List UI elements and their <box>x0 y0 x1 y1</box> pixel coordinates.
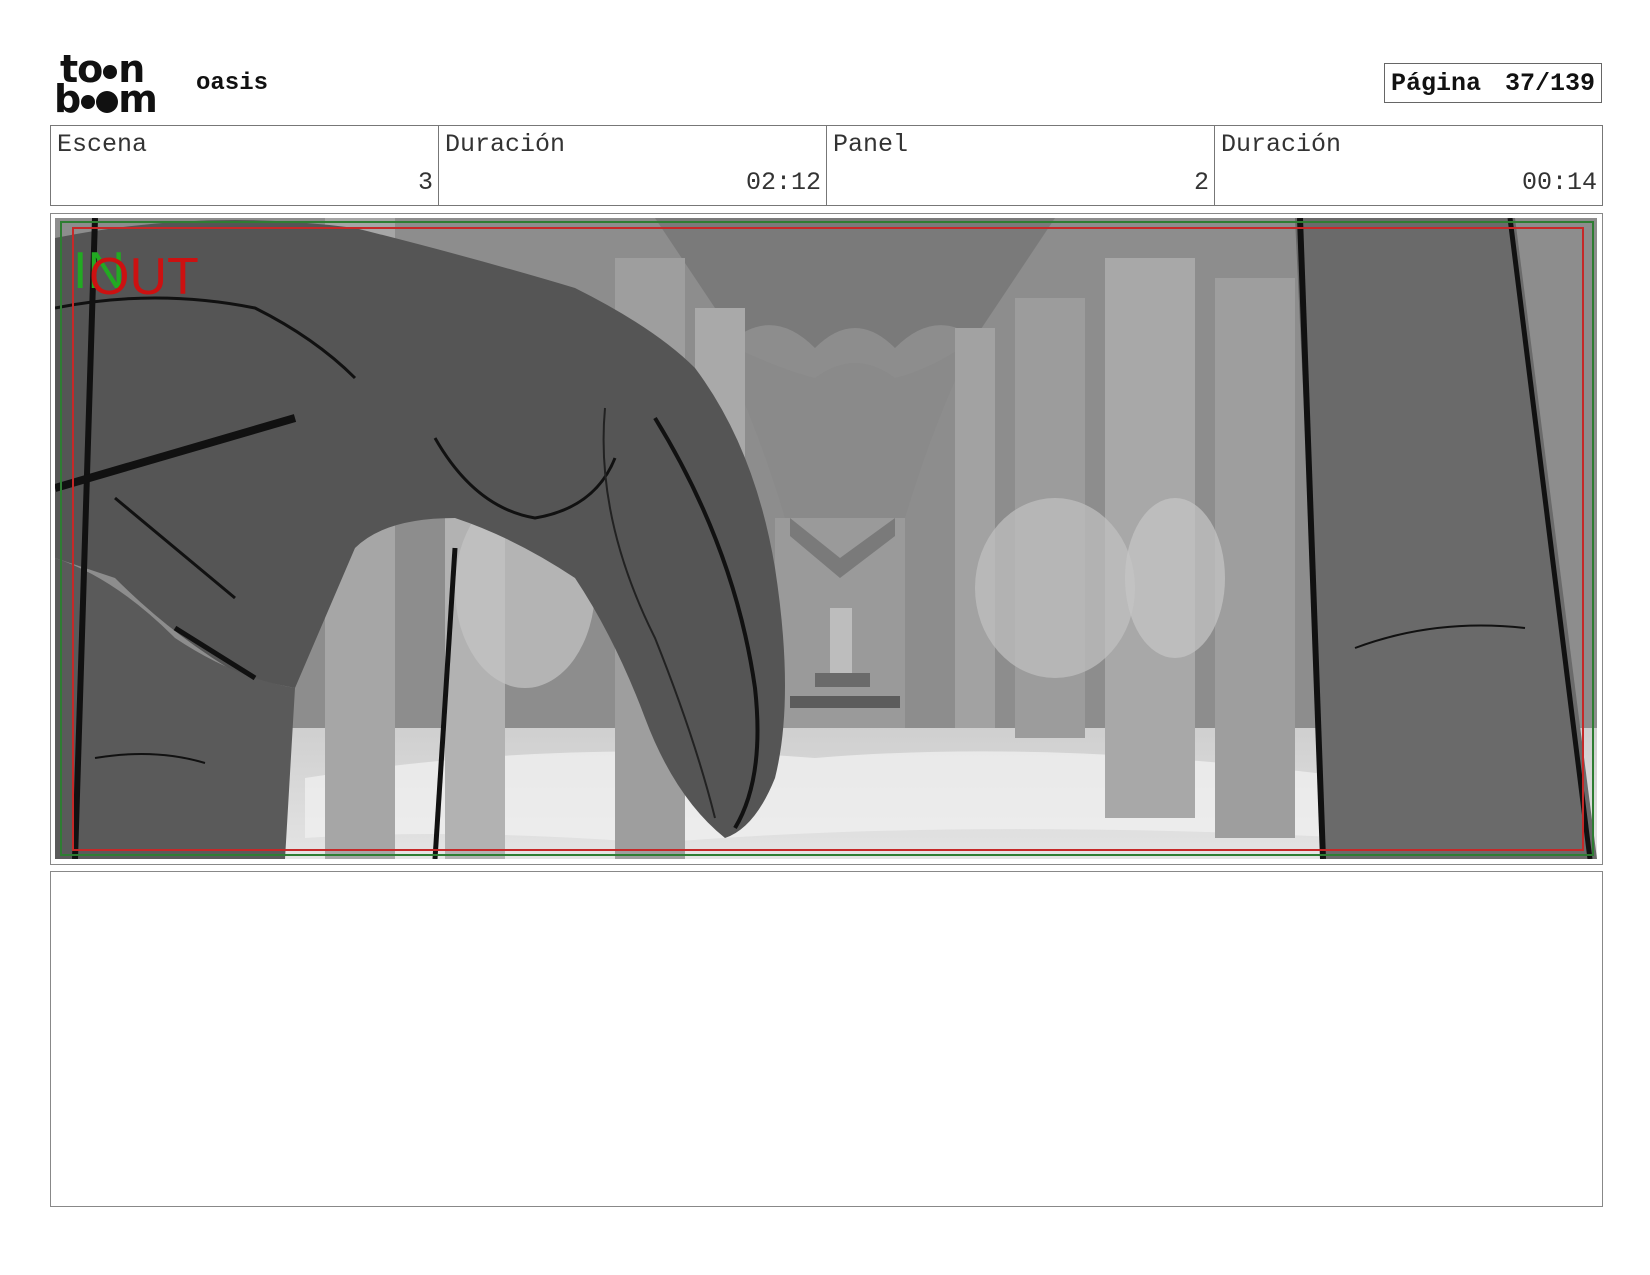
scene-duration-label: Duración <box>445 130 566 159</box>
panel-duration-cell: Duración 00:14 <box>1215 126 1602 205</box>
scene-cell: Escena 3 <box>51 126 439 205</box>
page-label: Página <box>1391 68 1482 98</box>
scene-duration-value: 02:12 <box>745 168 821 197</box>
scene-duration-cell: Duración 02:12 <box>439 126 827 205</box>
scene-label: Escena <box>57 130 148 159</box>
panel-sketch-image: IN OUT <box>55 218 1597 859</box>
page-value: 37/139 <box>1504 68 1595 98</box>
out-marker: OUT <box>89 248 199 306</box>
panel-duration-value: 00:14 <box>1521 168 1597 197</box>
panel-value: 2 <box>1193 168 1209 197</box>
scene-info-row: Escena 3 Duración 02:12 Panel 2 Duración… <box>50 125 1603 206</box>
scene-value: 3 <box>417 168 433 197</box>
panel-duration-label: Duración <box>1221 130 1342 159</box>
toonboom-logo: to n bm <box>54 47 158 121</box>
panel-cell: Panel 2 <box>827 126 1215 205</box>
page-counter: Página 37/139 <box>1384 63 1602 103</box>
panel-notes-area[interactable] <box>50 871 1603 1207</box>
panel-label: Panel <box>833 130 909 159</box>
storyboard-panel: IN OUT <box>50 213 1603 865</box>
project-name: oasis <box>196 70 269 97</box>
